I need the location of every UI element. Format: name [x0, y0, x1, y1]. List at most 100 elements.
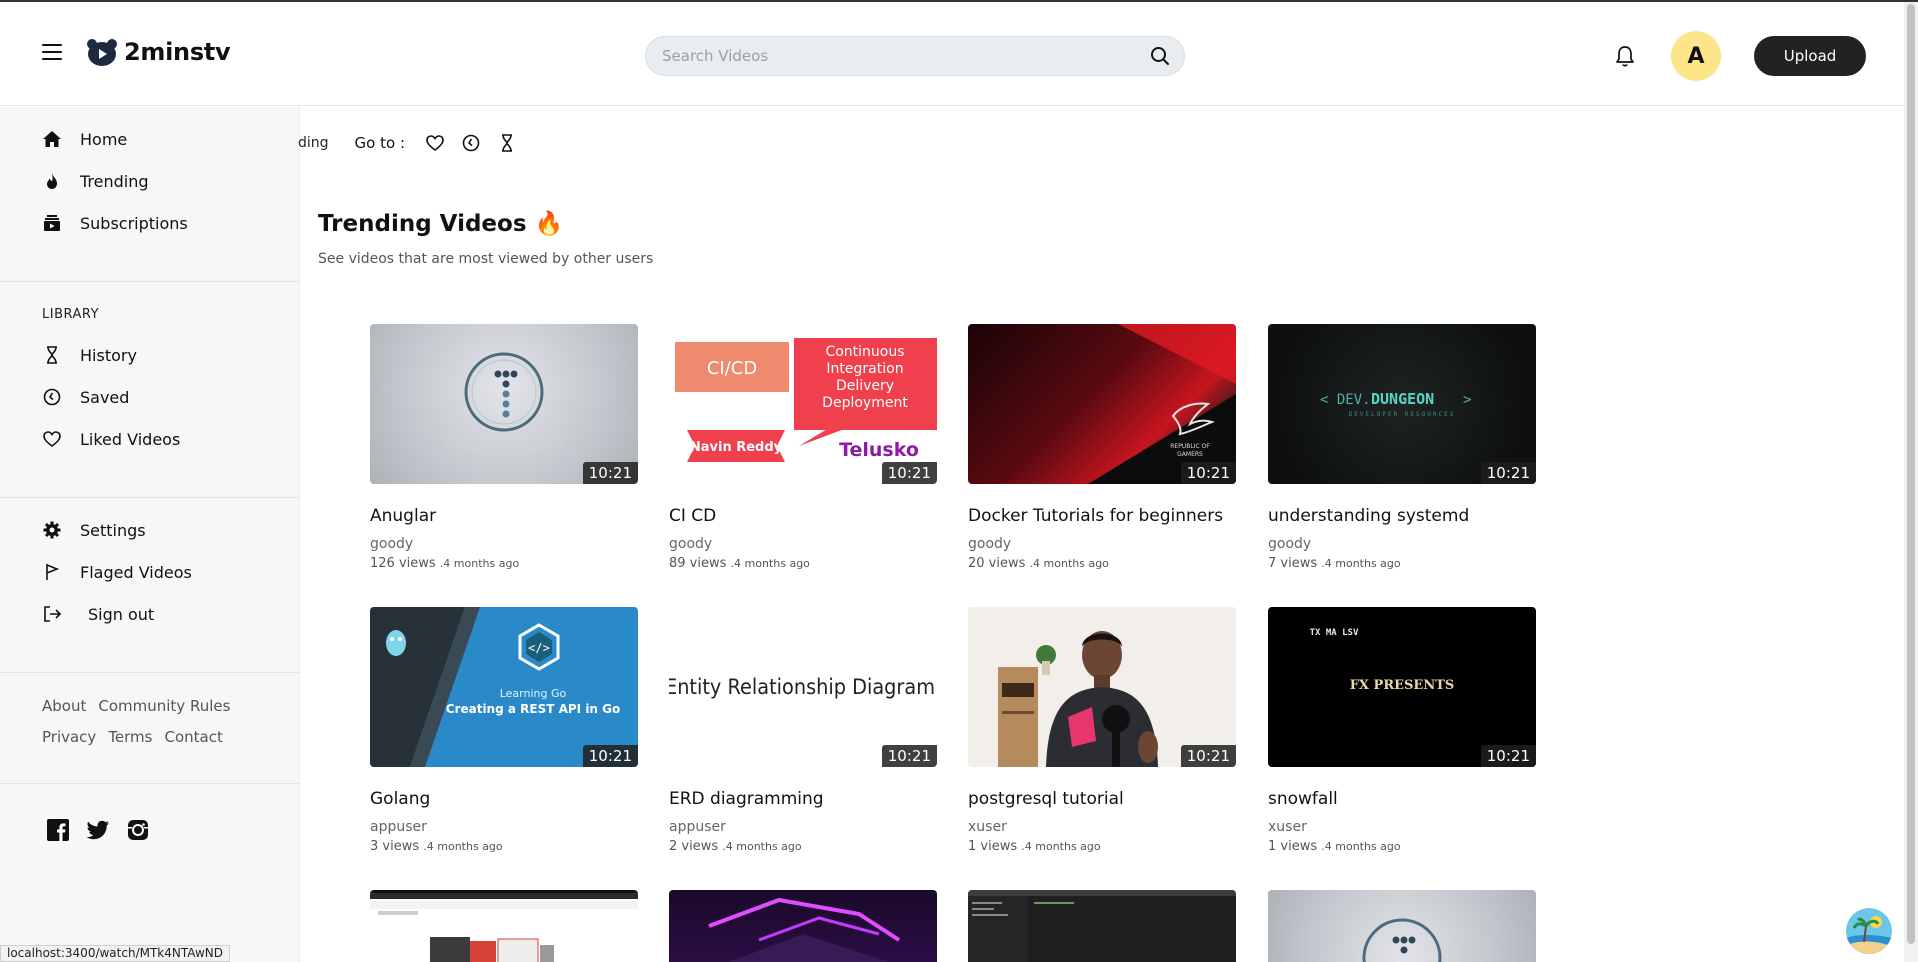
video-card[interactable] — [370, 890, 638, 962]
logo[interactable]: 2minstv — [86, 38, 231, 66]
menu-icon[interactable] — [42, 44, 62, 60]
video-author[interactable]: goody — [1268, 536, 1536, 552]
video-thumbnail[interactable] — [1268, 890, 1536, 962]
video-meta: 89 views .4 months ago — [669, 556, 937, 571]
video-card[interactable]: 10:21 Anuglar goody 126 views .4 months … — [370, 324, 638, 571]
video-age: .4 months ago — [730, 557, 810, 570]
sidebar-item-flaged-videos[interactable]: Flaged Videos — [42, 562, 192, 582]
video-thumbnail[interactable]: CI/CD Continuous Integration Delivery De… — [669, 324, 937, 484]
video-card[interactable]: < DEV. DUNGEON > DEVELOPER RESOURCES 10:… — [1268, 324, 1536, 571]
search-icon[interactable] — [1150, 46, 1170, 66]
video-author[interactable]: goody — [370, 536, 638, 552]
sidebar-item-label: Saved — [80, 387, 130, 407]
about-link[interactable]: About — [42, 697, 86, 715]
privacy-link[interactable]: Privacy — [42, 728, 96, 746]
search-input[interactable] — [662, 37, 1132, 75]
thumb-text: Entity Relationship Diagram — [669, 675, 935, 699]
video-thumbnail[interactable] — [968, 890, 1236, 962]
video-card[interactable]: </> Learning Go Creating a REST API in G… — [370, 607, 638, 854]
neon-thumbnail-graphic — [708, 897, 901, 962]
instagram-icon[interactable] — [126, 818, 150, 842]
video-thumbnail[interactable] — [669, 890, 937, 962]
twitter-icon[interactable] — [86, 818, 110, 842]
video-author[interactable]: xuser — [1268, 819, 1536, 835]
video-card[interactable] — [669, 890, 937, 962]
erd-thumbnail-graphic: Entity Relationship Diagram — [669, 675, 935, 699]
video-thumbnail[interactable]: < DEV. DUNGEON > DEVELOPER RESOURCES 10:… — [1268, 324, 1536, 484]
video-title[interactable]: CI CD — [669, 506, 937, 526]
video-author[interactable]: goody — [968, 536, 1236, 552]
video-age: .4 months ago — [439, 557, 520, 570]
facebook-icon[interactable] — [46, 818, 70, 842]
video-title[interactable]: Golang — [370, 789, 638, 809]
bell-icon[interactable] — [1614, 44, 1636, 68]
scrolled-category-text[interactable]: ding — [298, 135, 329, 151]
video-views: 2 views — [669, 839, 719, 854]
sidebar-item-home[interactable]: Home — [42, 129, 127, 149]
community-rules-link[interactable]: Community Rules — [98, 697, 230, 715]
sidebar-item-label: Liked Videos — [80, 429, 181, 449]
video-thumbnail[interactable]: 10:21 — [968, 607, 1236, 767]
search-bar — [645, 36, 1185, 76]
video-title[interactable]: Docker Tutorials for beginners — [968, 506, 1236, 526]
clock-icon[interactable] — [461, 133, 481, 153]
contact-link[interactable]: Contact — [165, 728, 223, 746]
video-duration: 10:21 — [582, 745, 638, 767]
hourglass-icon[interactable] — [497, 133, 517, 153]
avatar[interactable]: A — [1671, 31, 1721, 81]
video-thumbnail[interactable]: Entity Relationship Diagram 10:21 — [669, 607, 937, 767]
video-thumbnail[interactable]: </> Learning Go Creating a REST API in G… — [370, 607, 638, 767]
video-thumbnail[interactable]: REPUBLIC OF GAMERS 10:21 — [968, 324, 1236, 484]
video-title[interactable]: snowfall — [1268, 789, 1536, 809]
sidebar-item-history[interactable]: History — [42, 345, 137, 365]
video-title[interactable]: postgresql tutorial — [968, 789, 1236, 809]
thumb-text: < DEV. — [1320, 392, 1371, 408]
thumb-text: Creating a REST API in Go — [446, 702, 621, 716]
svg-text:</>: </> — [528, 641, 550, 655]
video-card[interactable]: CI/CD Continuous Integration Delivery De… — [669, 324, 937, 571]
sidebar-item-saved[interactable]: Saved — [42, 387, 129, 407]
sidebar-item-settings[interactable]: Settings — [42, 520, 146, 540]
sidebar-item-sign-out[interactable]: Sign out — [42, 604, 154, 624]
video-age: .4 months ago — [1321, 557, 1401, 570]
video-title[interactable]: ERD diagramming — [669, 789, 937, 809]
beach-avatar-icon[interactable] — [1846, 908, 1892, 954]
sidebar-item-label: Settings — [80, 520, 146, 540]
video-card[interactable]: REPUBLIC OF GAMERS 10:21 Docker Tutorial… — [968, 324, 1236, 571]
sidebar: Home Trending Subscriptions LIBRARY Hist… — [0, 107, 300, 962]
thumb-text: Delivery — [836, 378, 894, 394]
video-thumbnail[interactable]: 10:21 — [370, 324, 638, 484]
video-card[interactable] — [968, 890, 1236, 962]
video-title[interactable]: Anuglar — [370, 506, 638, 526]
page-scrollbar[interactable] — [1904, 2, 1918, 962]
sidebar-divider — [0, 497, 300, 498]
video-author[interactable]: appuser — [370, 819, 638, 835]
sidebar-item-subscriptions[interactable]: Subscriptions — [42, 213, 188, 233]
video-card[interactable] — [1268, 890, 1536, 962]
video-author[interactable]: appuser — [669, 819, 937, 835]
video-card[interactable]: 10:21 postgresql tutorial xuser 1 views … — [968, 607, 1236, 854]
heart-icon[interactable] — [425, 133, 445, 153]
sidebar-item-label: Flaged Videos — [80, 562, 192, 582]
video-title[interactable]: understanding systemd — [1268, 506, 1536, 526]
thumb-text: Learning Go — [500, 687, 567, 700]
video-duration: 10:21 — [1180, 745, 1236, 767]
thumb-text: CI/CD — [707, 358, 757, 379]
video-author[interactable]: goody — [669, 536, 937, 552]
sidebar-divider — [0, 281, 300, 282]
upload-button[interactable]: Upload — [1754, 36, 1866, 76]
terms-link[interactable]: Terms — [108, 728, 152, 746]
sidebar-item-trending[interactable]: Trending — [42, 171, 149, 191]
video-card[interactable]: Entity Relationship Diagram 10:21 ERD di… — [669, 607, 937, 854]
hourglass-icon — [42, 345, 62, 365]
video-thumbnail[interactable]: TX MA LSV FX PRESENTS 10:21 — [1268, 607, 1536, 767]
video-card[interactable]: TX MA LSV FX PRESENTS 10:21 snowfall xus… — [1268, 607, 1536, 854]
sidebar-item-liked-videos[interactable]: Liked Videos — [42, 429, 180, 449]
video-author[interactable]: xuser — [968, 819, 1236, 835]
video-thumbnail[interactable] — [370, 890, 638, 962]
video-duration: 10:21 — [1480, 462, 1536, 484]
thumb-text: Navin Reddy — [690, 440, 783, 455]
scrollbar-thumb[interactable] — [1907, 4, 1915, 944]
page-title: Trending Videos 🔥 — [318, 211, 564, 237]
video-meta: 1 views .4 months ago — [1268, 839, 1536, 854]
